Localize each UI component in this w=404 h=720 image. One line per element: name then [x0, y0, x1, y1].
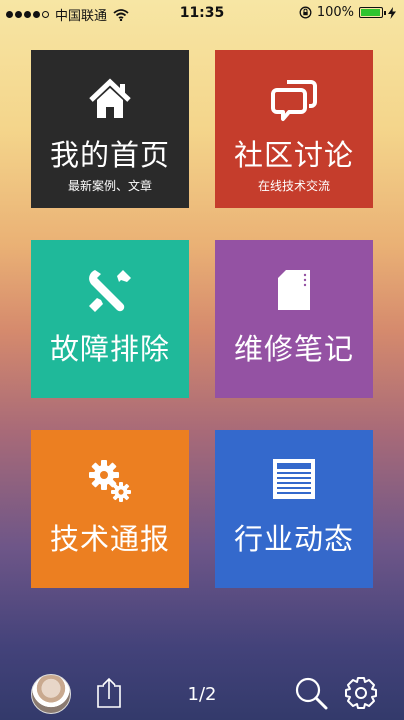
tile-title: 技术通报 — [49, 522, 170, 556]
gears-icon — [31, 458, 189, 504]
battery-icon — [359, 7, 386, 18]
chat-bubbles-icon — [215, 78, 373, 124]
charging-icon — [388, 6, 396, 19]
tile-industry-news[interactable]: 行业动态 — [215, 430, 373, 588]
newspaper-icon — [215, 458, 373, 504]
settings-gear-icon[interactable] — [344, 676, 378, 710]
status-right: 100% — [299, 5, 396, 20]
tile-title: 行业动态 — [233, 522, 354, 556]
rotation-lock-icon — [299, 6, 312, 19]
search-icon[interactable] — [294, 676, 328, 710]
tile-title: 我的首页 — [49, 138, 170, 172]
tile-subtitle: 在线技术交流 — [257, 179, 330, 193]
battery-percent: 100% — [316, 5, 354, 20]
tile-repair-notes[interactable]: 维修笔记 — [215, 240, 373, 398]
tile-title: 故障排除 — [49, 332, 170, 366]
tile-community-discussion[interactable]: 社区讨论 在线技术交流 — [215, 50, 373, 208]
tile-technical-bulletin[interactable]: 技术通报 — [31, 430, 189, 588]
home-icon — [31, 78, 189, 124]
tools-icon — [31, 268, 189, 314]
tile-subtitle: 最新案例、文章 — [67, 179, 152, 193]
tile-title: 维修笔记 — [233, 332, 354, 366]
status-bar: 中国联通 11:35 100% — [0, 0, 404, 26]
tile-my-homepage[interactable]: 我的首页 最新案例、文章 — [31, 50, 189, 208]
bottom-toolbar: 1/2 — [0, 668, 404, 720]
tile-troubleshooting[interactable]: 故障排除 — [31, 240, 189, 398]
document-icon — [215, 268, 373, 314]
tile-title: 社区讨论 — [233, 138, 354, 172]
